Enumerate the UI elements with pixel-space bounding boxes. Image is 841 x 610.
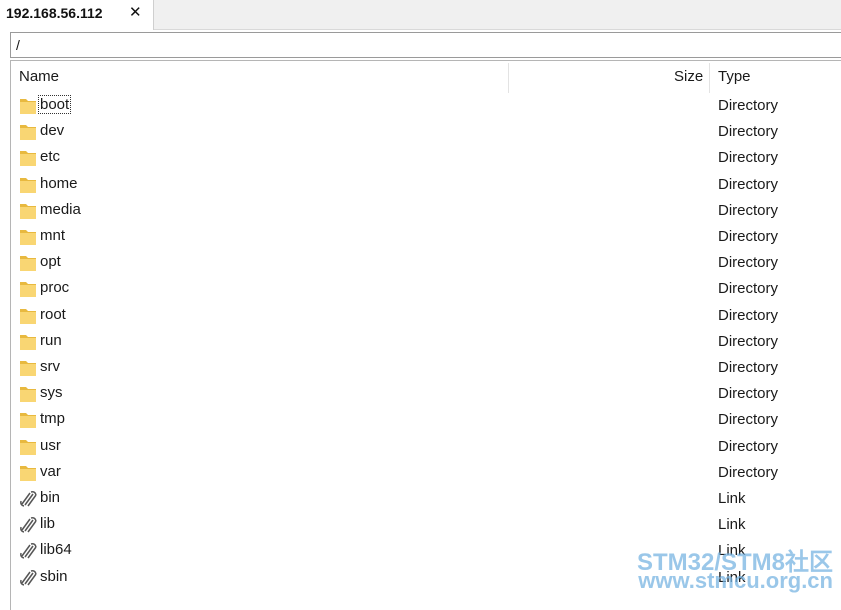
file-row[interactable]: lib64 Link xyxy=(11,538,841,564)
file-type: Directory xyxy=(718,254,779,272)
file-name: proc xyxy=(40,279,70,297)
file-name: boot xyxy=(37,95,72,114)
folder-icon xyxy=(19,358,37,377)
folder-icon xyxy=(19,175,37,194)
file-type: Directory xyxy=(718,123,779,141)
file-name: run xyxy=(40,331,62,349)
folder-icon xyxy=(19,384,37,403)
column-header-name[interactable]: Name xyxy=(19,68,59,85)
file-name: sbin xyxy=(40,567,68,585)
file-type: Link xyxy=(718,568,746,586)
file-row[interactable]: home Directory xyxy=(11,172,841,198)
folder-icon xyxy=(19,463,37,482)
folder-icon xyxy=(19,227,37,246)
file-name: sys xyxy=(40,384,63,402)
file-name: dev xyxy=(40,122,65,140)
file-row[interactable]: usr Directory xyxy=(11,434,841,460)
file-row[interactable]: sbin Link xyxy=(11,565,841,591)
file-type: Link xyxy=(718,542,746,560)
file-list: Name Size Type boot Directory dev Directory… xyxy=(10,60,841,610)
column-header-size[interactable]: Size xyxy=(674,68,703,85)
folder-icon xyxy=(19,279,37,298)
tab-bar: 192.168.56.112 ✕ xyxy=(0,0,841,30)
file-type: Directory xyxy=(718,280,779,298)
file-row[interactable]: proc Directory xyxy=(11,276,841,302)
file-type: Directory xyxy=(718,332,779,350)
path-input[interactable]: / xyxy=(10,32,841,58)
file-type: Directory xyxy=(718,201,779,219)
column-divider[interactable] xyxy=(508,63,509,93)
close-icon[interactable]: ✕ xyxy=(129,3,142,21)
link-icon xyxy=(19,568,37,587)
file-type: Directory xyxy=(718,306,779,324)
path-value: / xyxy=(16,37,20,53)
file-row[interactable]: tmp Directory xyxy=(11,407,841,433)
folder-icon xyxy=(19,437,37,456)
file-name: lib xyxy=(40,515,56,533)
folder-icon xyxy=(19,201,37,220)
file-name: mnt xyxy=(40,227,66,244)
link-icon xyxy=(19,515,37,534)
file-type: Directory xyxy=(718,385,779,403)
file-name: root xyxy=(40,305,66,323)
folder-icon xyxy=(19,332,37,351)
file-type: Directory xyxy=(718,228,779,245)
file-row[interactable]: bin Link xyxy=(11,486,841,512)
file-name: lib64 xyxy=(40,541,72,559)
file-row[interactable]: opt Directory xyxy=(11,250,841,276)
file-name: media xyxy=(40,200,81,218)
folder-icon xyxy=(19,122,37,141)
file-row[interactable]: var Directory xyxy=(11,460,841,486)
file-type: Directory xyxy=(718,175,779,193)
file-type: Directory xyxy=(718,97,779,114)
column-divider[interactable] xyxy=(709,63,710,93)
column-header-type[interactable]: Type xyxy=(718,68,751,85)
file-type: Directory xyxy=(718,463,779,481)
file-row[interactable]: etc Directory xyxy=(11,145,841,171)
folder-icon xyxy=(19,410,37,429)
file-row[interactable]: mnt Directory xyxy=(11,224,841,250)
folder-icon xyxy=(19,306,37,325)
file-row[interactable]: sys Directory xyxy=(11,381,841,407)
session-tab[interactable]: 192.168.56.112 ✕ xyxy=(0,0,154,30)
file-name: etc xyxy=(40,148,61,166)
file-name: opt xyxy=(40,253,61,271)
file-row[interactable]: media Directory xyxy=(11,198,841,224)
file-name: var xyxy=(40,462,61,480)
link-icon xyxy=(19,489,37,508)
file-name: srv xyxy=(40,358,60,375)
file-row[interactable]: srv Directory xyxy=(11,355,841,381)
folder-icon xyxy=(19,148,37,167)
file-name: tmp xyxy=(40,410,66,428)
file-name: usr xyxy=(40,436,61,454)
file-type: Directory xyxy=(718,149,779,167)
column-header-row: Name Size Type xyxy=(11,61,841,93)
link-icon xyxy=(19,541,37,560)
file-name: home xyxy=(40,174,78,192)
file-name: bin xyxy=(40,489,61,506)
folder-icon xyxy=(19,253,37,272)
file-type: Directory xyxy=(718,411,779,429)
file-type: Directory xyxy=(718,437,779,455)
file-row[interactable]: lib Link xyxy=(11,512,841,538)
file-type: Directory xyxy=(718,359,779,376)
file-type: Link xyxy=(718,490,746,507)
file-row[interactable]: root Directory xyxy=(11,303,841,329)
folder-icon xyxy=(19,96,37,115)
file-row[interactable]: dev Directory xyxy=(11,119,841,145)
file-row[interactable]: boot Directory xyxy=(11,93,841,119)
tab-title: 192.168.56.112 xyxy=(6,5,103,21)
file-type: Link xyxy=(718,516,746,534)
file-row[interactable]: run Directory xyxy=(11,329,841,355)
